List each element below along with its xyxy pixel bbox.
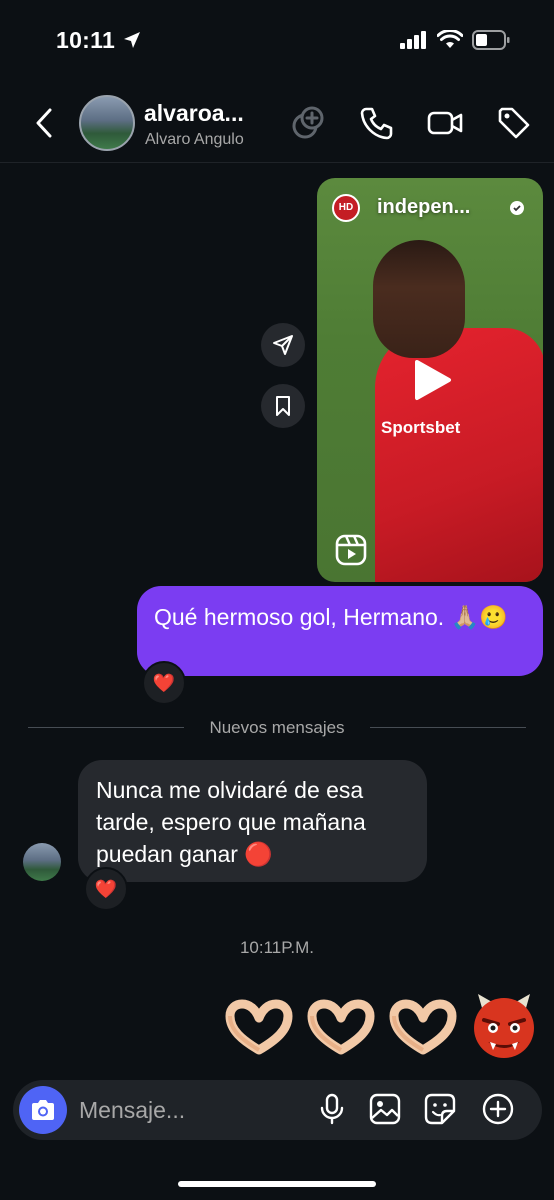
status-indicators [400, 30, 510, 50]
new-messages-label: Nuevos mensajes [209, 718, 345, 737]
reel-channel-logo[interactable]: HD [332, 194, 360, 222]
header-display-name[interactable]: Alvaro Angulo [145, 131, 244, 149]
ogre-emoji-icon [474, 994, 534, 1058]
wifi-icon [437, 30, 463, 48]
back-icon [36, 108, 52, 138]
sent-message-reaction[interactable]: ❤️ [142, 661, 186, 705]
reel-sponsor-text: Sportsbet [381, 418, 461, 437]
call-button[interactable] [358, 104, 396, 142]
heart-hands-emoji-icon [225, 999, 293, 1055]
heart-hands-emoji-icon [307, 999, 375, 1055]
header-username[interactable]: alvaroa... [144, 100, 244, 127]
gallery-button[interactable] [368, 1092, 402, 1126]
phone-icon [360, 107, 393, 140]
verified-badge-icon [510, 201, 524, 215]
message-input[interactable] [79, 1093, 299, 1127]
sticker-button[interactable] [423, 1092, 457, 1126]
new-messages-line-right [370, 727, 526, 728]
avatar[interactable] [79, 95, 135, 151]
play-icon [415, 360, 451, 400]
emoji-message[interactable] [222, 990, 540, 1062]
heart-hands-emoji-icon [389, 999, 457, 1055]
header-divider [0, 162, 554, 163]
shared-reel[interactable]: Sportsbet HD indepen... [317, 178, 543, 582]
video-call-button[interactable] [426, 104, 464, 142]
gallery-icon [369, 1093, 401, 1125]
sent-message-bubble[interactable]: Qué hermoso gol, Hermano. 🙏🏼🥲 [137, 586, 543, 676]
reel-player-head [373, 240, 465, 358]
reel-channel-name[interactable]: indepen... [377, 196, 470, 219]
microphone-icon [320, 1093, 344, 1125]
bookmark-icon [276, 396, 290, 416]
back-button[interactable] [30, 104, 60, 142]
tag-icon [498, 107, 530, 139]
sender-avatar[interactable] [23, 843, 61, 881]
send-icon [273, 335, 293, 355]
sticker-icon [424, 1093, 456, 1125]
add-button[interactable] [481, 1092, 515, 1126]
reel-player-image [375, 328, 543, 582]
effects-button[interactable] [290, 104, 328, 142]
effects-icon [292, 106, 324, 139]
voice-message-button[interactable] [315, 1092, 349, 1126]
signal-icon [400, 31, 426, 49]
camera-button[interactable] [19, 1086, 67, 1134]
status-time: 10:11 [56, 27, 142, 54]
add-icon [482, 1093, 514, 1125]
reels-icon [335, 534, 367, 566]
home-indicator [178, 1181, 376, 1187]
battery-icon [472, 30, 510, 50]
camera-icon [32, 1100, 54, 1120]
received-message-bubble[interactable]: Nunca me olvidaré de esa tarde, espero q… [78, 760, 427, 882]
tag-button[interactable] [495, 104, 533, 142]
location-arrow-icon [123, 32, 140, 48]
message-timestamp: 10:11P.M. [239, 938, 315, 957]
play-button[interactable] [409, 358, 453, 402]
video-icon [427, 111, 463, 135]
received-message-reaction[interactable]: ❤️ [84, 867, 128, 911]
share-reel-button[interactable] [261, 323, 305, 367]
save-reel-button[interactable] [261, 384, 305, 428]
